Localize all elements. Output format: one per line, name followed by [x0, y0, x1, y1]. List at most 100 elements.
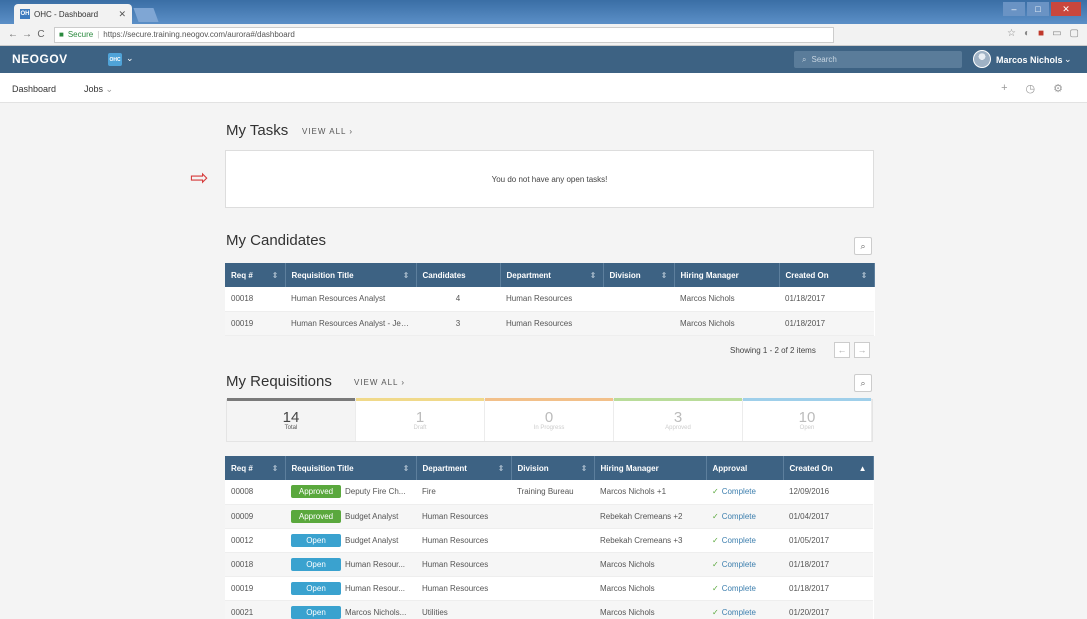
table-row[interactable]: 00019 Human Resources Analyst - Jen... 3 Hu… — [225, 311, 874, 336]
next-page-button[interactable]: → — [854, 342, 870, 358]
requisition-title[interactable]: Budget Analyst — [345, 512, 398, 521]
stat-tile[interactable]: 10 Open — [743, 398, 872, 441]
column-header[interactable]: Requisition Title ⇕ — [285, 456, 417, 480]
column-header[interactable]: Division ⇕ — [603, 263, 675, 287]
back-icon[interactable]: ← — [6, 29, 20, 40]
minimize-button[interactable]: – — [1003, 2, 1025, 16]
created-on: 01/20/2017 — [783, 600, 873, 619]
table-row[interactable]: 00009 Approved Budget Analyst Human Resourc… — [225, 504, 873, 529]
check-icon: ✓ — [712, 607, 719, 617]
check-icon: ✓ — [712, 559, 719, 569]
column-header[interactable]: Hiring Manager — [674, 263, 780, 287]
table-row[interactable]: 00012 Open Budget Analyst Human Resources Re… — [225, 528, 873, 553]
stat-tile[interactable]: 0 In Progress — [485, 398, 614, 441]
window-close-button[interactable]: ✕ — [1051, 2, 1081, 16]
menu-icon[interactable]: ▢ — [1070, 28, 1079, 39]
column-header[interactable]: Department ⇕ — [416, 456, 512, 480]
approval-status[interactable]: Complete — [722, 584, 756, 593]
tasks-view-all-label: VIEW ALL — [302, 127, 347, 136]
user-name[interactable]: Marcos Nichols — [996, 55, 1063, 65]
column-header[interactable]: Hiring Manager — [594, 456, 707, 480]
requisition-title-cell[interactable]: Approved Budget Analyst — [285, 504, 416, 529]
requisitions-view-all-link[interactable]: VIEW ALL › — [354, 378, 405, 387]
table-row[interactable]: 00018 Open Human Resour... Human Resources M… — [225, 552, 873, 577]
approval-cell[interactable]: ✓ Complete — [706, 528, 783, 553]
table-cell: 4 — [416, 287, 500, 312]
search-input[interactable]: ⌕ Search — [794, 51, 962, 68]
requisition-title-cell[interactable]: Open Human Resour... — [285, 576, 416, 601]
division: Training Bureau — [511, 480, 594, 505]
user-chevron-down-icon[interactable]: ⌄ — [1064, 54, 1072, 65]
approval-status[interactable]: Complete — [722, 608, 756, 617]
nav-dashboard[interactable]: Dashboard — [12, 84, 56, 94]
new-tab-button[interactable] — [133, 8, 159, 22]
url-field[interactable]: ■ Secure | https://secure.training.neogo… — [54, 26, 834, 43]
table-row[interactable]: 00018 Human Resources Analyst 4 Human Resou… — [225, 287, 874, 312]
requisition-title[interactable]: Human Resour... — [345, 560, 405, 569]
column-header-label: Division — [609, 270, 641, 280]
requisition-title[interactable]: Marcos Nichols... — [345, 608, 406, 617]
requisition-title-cell[interactable]: Approved Deputy Fire Ch... — [285, 480, 416, 505]
pdf-icon[interactable]: ■ — [1038, 28, 1044, 39]
candidates-search-button[interactable]: ⌕ — [854, 237, 872, 255]
requisition-title[interactable]: Human Resour... — [345, 584, 405, 593]
secure-label: Secure — [67, 30, 94, 39]
maximize-button[interactable]: □ — [1027, 2, 1049, 16]
approval-cell[interactable]: ✓ Complete — [706, 576, 783, 601]
column-header[interactable]: Division ⇕ — [511, 456, 595, 480]
add-icon[interactable]: + — [1001, 82, 1007, 95]
column-header[interactable]: Req # ⇕ — [225, 456, 286, 480]
approval-status[interactable]: Complete — [722, 512, 756, 521]
stat-tile[interactable]: 14 Total — [227, 398, 356, 441]
stat-tile[interactable]: 3 Approved — [614, 398, 743, 441]
approval-cell[interactable]: ✓ Complete — [706, 504, 783, 529]
table-cell: Human Resources — [500, 287, 603, 312]
column-header[interactable]: Created On ▲ — [783, 456, 874, 480]
column-header[interactable]: Requisition Title ⇕ — [285, 263, 417, 287]
requisition-title-cell[interactable]: Open Marcos Nichols... — [285, 600, 416, 619]
table-cell[interactable]: Human Resources Analyst — [285, 287, 416, 312]
requisitions-search-button[interactable]: ⌕ — [854, 374, 872, 392]
gear-icon[interactable]: ⚙ — [1053, 82, 1063, 95]
chevron-down-icon[interactable]: ⌄ — [126, 53, 134, 64]
req-number: 00021 — [225, 600, 285, 619]
table-row[interactable]: 00019 Open Human Resour... Human Resources M… — [225, 576, 873, 601]
cast-icon[interactable]: ▭ — [1052, 28, 1061, 39]
created-on: 12/09/2016 — [783, 480, 873, 505]
close-icon[interactable]: ✕ — [118, 9, 126, 20]
prev-page-button[interactable]: ← — [834, 342, 850, 358]
forward-icon[interactable]: → — [20, 29, 34, 40]
column-header[interactable]: Approval — [706, 456, 784, 480]
stat-tile[interactable]: 1 Draft — [356, 398, 485, 441]
neogov-logo[interactable]: NEOGOV — [12, 52, 68, 66]
tasks-empty-panel: You do not have any open tasks! — [225, 150, 874, 208]
table-cell[interactable]: Human Resources Analyst - Jen... — [285, 311, 416, 336]
approval-cell[interactable]: ✓ Complete — [706, 480, 783, 505]
tasks-view-all-link[interactable]: VIEW ALL › — [302, 127, 353, 136]
history-icon[interactable]: ◷ — [1026, 82, 1036, 95]
org-badge[interactable]: OHC — [108, 53, 122, 66]
check-icon: ✓ — [712, 487, 719, 497]
approval-status[interactable]: Complete — [722, 487, 756, 496]
column-header[interactable]: Req # ⇕ — [225, 263, 286, 287]
reload-icon[interactable]: C — [34, 29, 48, 40]
approval-status[interactable]: Complete — [722, 560, 756, 569]
nav-jobs[interactable]: Jobs ⌄ — [84, 84, 113, 95]
table-row[interactable]: 00008 Approved Deputy Fire Ch... Fire Traini… — [225, 480, 873, 505]
requisitions-view-all-label: VIEW ALL — [354, 378, 399, 387]
avatar[interactable] — [973, 50, 991, 68]
extension-icon[interactable]: ◐ — [1024, 28, 1030, 39]
column-header[interactable]: Created On ⇕ — [779, 263, 875, 287]
requisition-title-cell[interactable]: Open Human Resour... — [285, 552, 416, 577]
star-icon[interactable]: ☆ — [1007, 28, 1016, 39]
approval-cell[interactable]: ✓ Complete — [706, 552, 783, 577]
requisition-title[interactable]: Budget Analyst — [345, 536, 398, 545]
table-row[interactable]: 00021 Open Marcos Nichols... Utilities Marco… — [225, 600, 873, 619]
approval-status[interactable]: Complete — [722, 536, 756, 545]
column-header[interactable]: Department ⇕ — [500, 263, 604, 287]
requisition-title-cell[interactable]: Open Budget Analyst — [285, 528, 416, 553]
column-header[interactable]: Candidates — [416, 263, 501, 287]
requisition-title[interactable]: Deputy Fire Ch... — [345, 487, 405, 496]
browser-tab[interactable]: OH OHC - Dashboard ✕ — [14, 4, 132, 24]
approval-cell[interactable]: ✓ Complete — [706, 600, 783, 619]
